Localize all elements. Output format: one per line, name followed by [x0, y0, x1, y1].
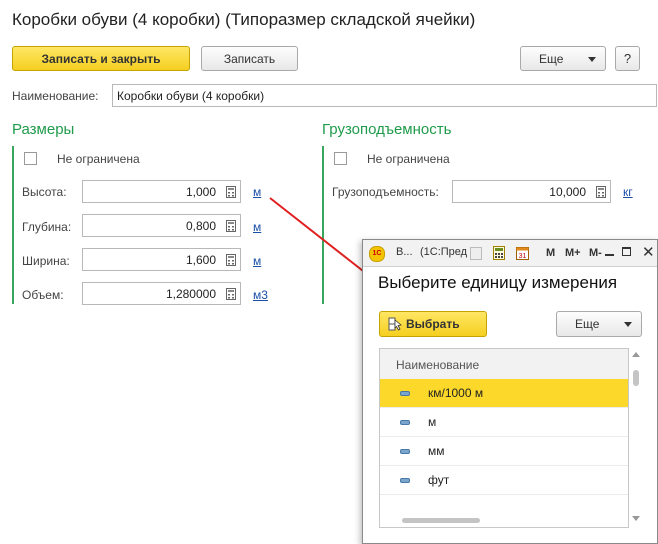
- vertical-scrollbar[interactable]: [631, 348, 641, 528]
- unit-item-icon: [400, 420, 410, 425]
- svg-text:31: 31: [519, 253, 527, 260]
- home-icon[interactable]: [470, 247, 482, 260]
- select-cursor-icon: [388, 317, 402, 334]
- popup-more-label: Еще: [575, 317, 600, 331]
- memory-button[interactable]: M: [546, 247, 555, 259]
- table-row[interactable]: км/1000 м: [380, 379, 628, 408]
- chevron-down-icon: [624, 322, 632, 327]
- choose-button-label: Выбрать: [406, 317, 460, 331]
- memory-plus-button[interactable]: M+: [565, 247, 581, 259]
- calculator-icon[interactable]: [493, 246, 505, 263]
- table-header: Наименование: [380, 349, 628, 380]
- popup-more-button[interactable]: Еще: [556, 311, 642, 337]
- unit-item-icon: [400, 478, 410, 483]
- units-table: Наименование км/1000 м м мм фут: [379, 348, 629, 528]
- minimize-icon[interactable]: [605, 254, 614, 256]
- row-text: фут: [428, 473, 450, 487]
- horizontal-scrollbar[interactable]: [380, 513, 628, 527]
- maximize-icon[interactable]: [622, 247, 631, 256]
- popup-tab-context[interactable]: (1С:Пред: [420, 246, 467, 258]
- table-row[interactable]: фут: [380, 466, 628, 495]
- table-row[interactable]: мм: [380, 437, 628, 466]
- popup-tab-short[interactable]: В...: [396, 246, 413, 258]
- vertical-scroll-thumb[interactable]: [633, 370, 639, 386]
- table-row[interactable]: м: [380, 408, 628, 437]
- calendar-icon[interactable]: 31: [516, 246, 529, 263]
- row-text: км/1000 м: [428, 386, 484, 400]
- unit-selection-window: 1C В... (1С:Пред 31 M M+ M- ✕ Выберите е…: [362, 239, 658, 544]
- scroll-down-arrow-icon[interactable]: [632, 516, 640, 521]
- column-header-name: Наименование: [396, 358, 480, 372]
- horizontal-scroll-thumb[interactable]: [402, 518, 480, 523]
- popup-heading: Выберите единицу измерения: [378, 273, 618, 292]
- row-text: мм: [428, 444, 445, 458]
- choose-button[interactable]: Выбрать: [379, 311, 487, 337]
- unit-item-icon: [400, 391, 410, 396]
- memory-minus-button[interactable]: M-: [589, 247, 602, 259]
- scroll-up-arrow-icon[interactable]: [632, 352, 640, 357]
- close-icon[interactable]: ✕: [642, 243, 655, 261]
- app-logo-icon: 1C: [369, 246, 385, 262]
- popup-titlebar: 1C В... (1С:Пред 31 M M+ M- ✕: [363, 240, 657, 267]
- unit-item-icon: [400, 449, 410, 454]
- row-text: м: [428, 415, 437, 429]
